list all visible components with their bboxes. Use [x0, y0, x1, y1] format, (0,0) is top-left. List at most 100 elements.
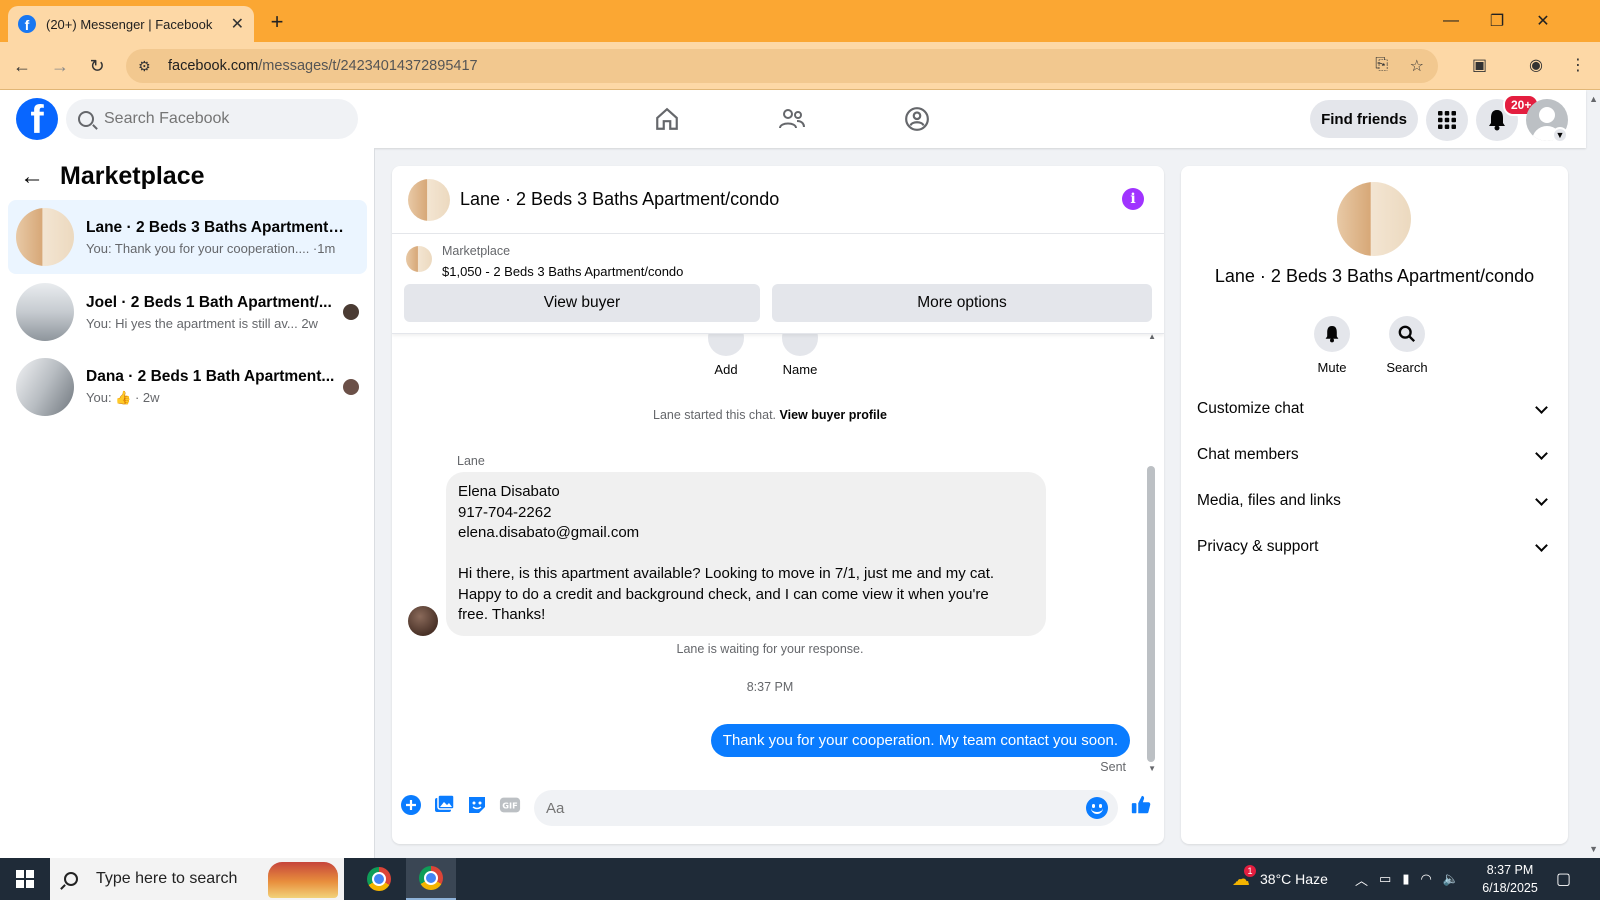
chat-started-notice: Lane started this chat. View buyer profi…: [653, 408, 887, 422]
conversation-preview: You: 👍 · 2w: [86, 390, 160, 405]
chat-members-section[interactable]: Chat members: [1197, 434, 1552, 476]
browser-tab[interactable]: f (20+) Messenger | Facebook ✕: [8, 6, 254, 42]
view-buyer-profile-link[interactable]: View buyer profile: [780, 408, 887, 422]
address-bar[interactable]: ⚙ facebook.com/messages/t/24234014372895…: [126, 49, 1438, 83]
chevron-down-icon[interactable]: ▼: [1552, 127, 1568, 143]
conversation-item[interactable]: Joel · 2 Beds 1 Bath Apartment/... You: …: [8, 275, 367, 349]
outgoing-message-bubble: Thank you for your cooperation. My team …: [710, 724, 1130, 757]
details-name: Lane · 2 Beds 3 Baths Apartment/condo: [1214, 266, 1535, 286]
forward-button[interactable]: →: [48, 54, 72, 78]
conversation-name: Lane · 2 Beds 3 Baths Apartment/c...: [86, 218, 346, 236]
groups-nav-icon[interactable]: [897, 102, 937, 136]
chat-header: Lane · 2 Beds 3 Baths Apartment/condo i: [392, 166, 1164, 234]
gif-icon[interactable]: GIF: [499, 794, 521, 816]
volume-muted-icon[interactable]: 🔈: [1443, 871, 1459, 887]
weather-badge: 1: [1244, 864, 1256, 877]
chevron-down-icon: [1535, 400, 1548, 414]
meet-now-icon[interactable]: ▭: [1379, 871, 1391, 887]
message-input[interactable]: [534, 790, 1054, 826]
more-options-button[interactable]: More options: [772, 284, 1152, 322]
chevron-down-icon: [1535, 492, 1548, 506]
search-icon: [78, 111, 94, 127]
sticker-icon[interactable]: [466, 794, 488, 816]
chat-avatar[interactable]: [408, 178, 450, 221]
plus-circle-icon[interactable]: [400, 794, 422, 816]
chevron-down-icon: [1535, 538, 1548, 552]
taskbar-chrome-app-active[interactable]: [406, 858, 456, 900]
scroll-down-arrow[interactable]: ▼: [1148, 764, 1156, 773]
tab-close-icon[interactable]: ✕: [231, 14, 244, 34]
mute-button[interactable]: Mute: [1297, 316, 1367, 375]
sidebar-title: Marketplace: [60, 162, 205, 190]
install-app-icon[interactable]: ⎘: [1375, 56, 1388, 74]
wifi-icon[interactable]: ◠: [1420, 871, 1431, 887]
clock-date: 6/18/2025: [1482, 881, 1538, 895]
search-in-chat-button[interactable]: Search: [1372, 316, 1442, 375]
info-icon[interactable]: i: [1122, 188, 1144, 210]
grid-icon: [1438, 111, 1456, 129]
chat-title[interactable]: Lane · 2 Beds 3 Baths Apartment/condo: [460, 189, 779, 210]
notification-center-icon[interactable]: ▢: [1556, 858, 1571, 900]
system-tray: ︿ ▭ ▮ ◠ 🔈: [1355, 858, 1459, 900]
back-button[interactable]: ←: [10, 54, 34, 78]
start-button[interactable]: [0, 858, 50, 900]
reload-button[interactable]: ↻: [85, 54, 109, 78]
message-composer: GIF: [392, 774, 1164, 844]
view-buyer-button[interactable]: View buyer: [404, 284, 760, 322]
facebook-logo-icon[interactable]: f: [16, 98, 58, 140]
message-input-box[interactable]: [534, 790, 1118, 826]
sender-avatar[interactable]: [408, 606, 438, 636]
facebook-favicon-icon: f: [18, 15, 36, 33]
conversation-item[interactable]: Dana · 2 Beds 1 Bath Apartment... You: 👍…: [8, 350, 367, 424]
add-button[interactable]: Add: [696, 334, 756, 377]
details-avatar[interactable]: [1337, 182, 1411, 256]
chat-panel: Lane · 2 Beds 3 Baths Apartment/condo i …: [392, 166, 1164, 844]
tab-search-icon[interactable]: ▣: [1472, 55, 1487, 75]
page-scroll-down-arrow[interactable]: ▼: [1589, 844, 1598, 854]
conversation-item[interactable]: Lane · 2 Beds 3 Baths Apartment/c... You…: [8, 200, 367, 274]
message-list: Add Name Lane started this chat. View bu…: [392, 334, 1164, 774]
tray-expand-icon[interactable]: ︿: [1355, 870, 1368, 889]
taskbar-chrome-app[interactable]: [354, 858, 404, 900]
tab-title: (20+) Messenger | Facebook: [46, 16, 213, 32]
media-files-links-section[interactable]: Media, files and links: [1197, 480, 1552, 522]
listing-title[interactable]: $1,050 - 2 Beds 3 Baths Apartment/condo: [442, 264, 683, 279]
new-tab-button[interactable]: +: [264, 9, 290, 35]
name-button[interactable]: Name: [770, 334, 830, 377]
restore-button[interactable]: ❐: [1474, 0, 1520, 42]
find-friends-button[interactable]: Find friends: [1310, 100, 1418, 138]
back-arrow-icon[interactable]: ←: [20, 163, 44, 191]
listing-thumbnail: [16, 283, 74, 341]
menu-grid-button[interactable]: [1426, 99, 1468, 141]
emoji-icon[interactable]: [1086, 797, 1108, 819]
facebook-search-input[interactable]: [104, 110, 324, 128]
minimize-button[interactable]: —: [1428, 0, 1474, 42]
marketplace-label: Marketplace: [442, 244, 511, 258]
battery-icon[interactable]: ▮: [1402, 871, 1409, 887]
message-timestamp: 8:37 PM: [746, 680, 794, 694]
chat-details-panel: Lane · 2 Beds 3 Baths Apartment/condo Mu…: [1181, 166, 1568, 844]
page-scroll-up-arrow[interactable]: ▲: [1589, 94, 1598, 104]
thumbs-up-icon[interactable]: [1130, 794, 1152, 816]
mute-label: Mute: [1317, 360, 1347, 375]
bookmark-star-icon[interactable]: ☆: [1410, 56, 1424, 76]
listing-thumbnail: [16, 358, 74, 416]
customize-chat-section[interactable]: Customize chat: [1197, 388, 1552, 430]
friends-nav-icon[interactable]: [772, 102, 812, 136]
waiting-notice: Lane is waiting for your response.: [676, 642, 864, 656]
chrome-icon: [367, 867, 391, 891]
weather-widget[interactable]: ☁ 1 38°C Haze: [1232, 858, 1328, 900]
name-label: Name: [782, 362, 818, 377]
close-window-button[interactable]: ✕: [1520, 0, 1566, 42]
site-settings-icon[interactable]: ⚙: [138, 58, 156, 75]
chrome-menu-icon[interactable]: ⋮: [1570, 55, 1586, 75]
facebook-search-box[interactable]: [66, 99, 358, 139]
profile-icon[interactable]: ◉: [1529, 55, 1543, 75]
sender-name: Lane: [457, 454, 485, 468]
search-icon: [64, 872, 78, 886]
photo-icon[interactable]: [433, 794, 455, 816]
privacy-support-section[interactable]: Privacy & support: [1197, 526, 1552, 568]
home-nav-icon[interactable]: [647, 102, 687, 136]
taskbar-clock[interactable]: 8:37 PM 6/18/2025: [1472, 861, 1548, 897]
chat-scrollbar[interactable]: [1147, 466, 1155, 762]
